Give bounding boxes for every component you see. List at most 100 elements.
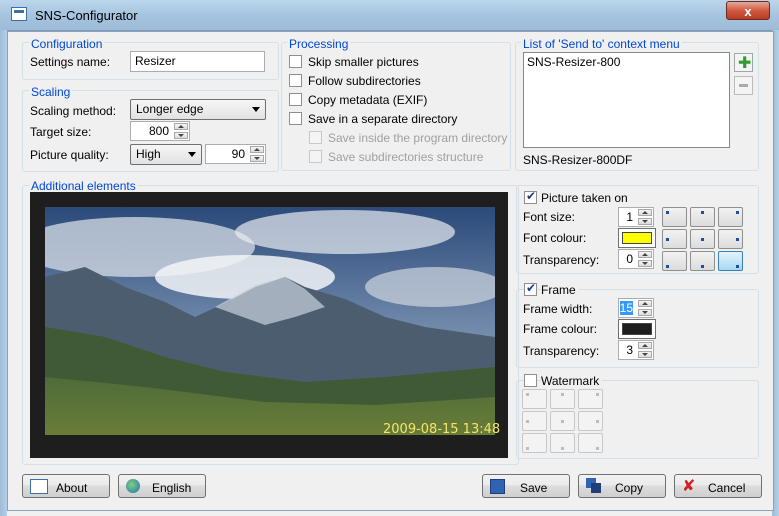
app-icon [11,7,27,21]
window-frame-left [0,30,7,516]
save-label: Save [520,481,548,495]
spin-up-icon[interactable] [174,123,188,130]
position-dot-icon [736,211,739,214]
picture-taken-position-top-center[interactable] [690,207,715,227]
spin-down-icon[interactable] [174,132,188,139]
spin-down-icon[interactable] [638,351,652,358]
language-button[interactable]: English [118,474,206,498]
language-label: English [152,481,192,495]
cancel-label: Cancel [708,481,746,495]
configurator-window: SNS-Configurator x Configuration Setting… [0,0,779,516]
processing-option-checkbox[interactable] [289,55,302,68]
frame-label: Frame [541,283,579,297]
target-size-spinner[interactable]: 800 [130,121,190,141]
picture-taken-position-bottom-center[interactable] [690,251,715,271]
processing-option-label: Skip smaller pictures [308,55,419,69]
watermark-position-middle-center[interactable] [550,411,575,431]
position-dot-icon [666,265,669,268]
settings-name-input[interactable]: Resizer [130,51,265,72]
processing-option-checkbox[interactable] [309,150,322,163]
spin-down-icon[interactable] [638,260,652,267]
picture-taken-position-bottom-right[interactable] [718,251,743,271]
spin-up-icon[interactable] [638,342,652,349]
frame-colour-picker[interactable] [618,319,656,339]
picture-quality-dropdown[interactable]: High [130,144,202,165]
spin-up-icon[interactable] [250,146,264,153]
processing-option-label: Save in a separate directory [308,112,458,126]
font-colour-picker[interactable] [618,228,656,248]
minus-icon [739,84,748,87]
about-icon [30,479,48,494]
processing-option-checkbox[interactable] [289,112,302,125]
position-dot-icon [701,265,704,268]
spin-up-icon[interactable] [638,209,652,216]
processing-option-checkbox[interactable] [309,131,322,144]
title-bar[interactable]: SNS-Configurator x [0,0,779,31]
transparency-label: Transparency: [523,253,600,267]
processing-option-label: Save inside the program directory [328,131,508,145]
picture-taken-position-middle-right[interactable] [718,229,743,249]
font-size-value: 1 [626,210,633,224]
picture-taken-label: Picture taken on [541,191,631,205]
globe-icon [126,479,140,493]
frame-width-label: Frame width: [523,302,593,316]
frame-colour-label: Frame colour: [523,322,598,336]
quality-number-value: 90 [231,147,245,161]
processing-title: Processing [287,37,351,51]
cancel-button[interactable]: ✘ Cancel [674,474,762,498]
watermark-checkbox[interactable] [524,374,537,387]
picture-taken-position-top-left[interactable] [662,207,687,227]
scaling-method-dropdown[interactable]: Longer edge [130,99,266,120]
window-title: SNS-Configurator [35,8,138,23]
picture-taken-position-middle-left[interactable] [662,229,687,249]
position-dot-icon [666,211,669,214]
spin-down-icon[interactable] [638,218,652,225]
watermark-position-bottom-center[interactable] [550,433,575,453]
plus-icon: ✚ [738,53,752,72]
copy-button[interactable]: Copy [578,474,666,498]
transparency-spinner[interactable]: 0 [618,249,654,269]
watermark-position-middle-right[interactable] [578,411,603,431]
picture-taken-position-top-right[interactable] [718,207,743,227]
watermark-position-middle-left[interactable] [522,411,547,431]
about-button[interactable]: About [22,474,110,498]
watermark-label: Watermark [541,374,603,388]
target-size-value: 800 [148,124,169,138]
picture-taken-position-bottom-left[interactable] [662,251,687,271]
font-size-spinner[interactable]: 1 [618,207,654,227]
scaling-method-value: Longer edge [136,102,204,116]
watermark-position-top-right[interactable] [578,389,603,409]
picture-taken-checkbox[interactable] [524,189,537,204]
processing-option-checkbox[interactable] [289,74,302,87]
scaling-method-label: Scaling method: [30,104,117,118]
save-button[interactable]: Save [482,474,570,498]
list-item[interactable]: SNS-Resizer-800 [527,55,620,69]
frame-transparency-spinner[interactable]: 3 [618,340,654,360]
frame-transparency-value: 3 [626,343,633,357]
watermark-position-bottom-left[interactable] [522,433,547,453]
watermark-position-top-center[interactable] [550,389,575,409]
watermark-position-bottom-right[interactable] [578,433,603,453]
font-colour-swatch [622,232,652,244]
frame-width-spinner[interactable]: 15 [618,298,654,318]
spin-up-icon[interactable] [638,251,652,258]
spin-down-icon[interactable] [250,155,264,162]
preview-frame: 2009-08-15 13:48 [30,192,508,458]
remove-button[interactable] [734,76,753,95]
position-dot-icon [561,393,564,396]
quality-number-spinner[interactable]: 90 [205,144,266,164]
sendto-list[interactable]: SNS-Resizer-800 [523,52,730,148]
frame-checkbox[interactable] [524,281,537,296]
spin-up-icon[interactable] [638,300,652,307]
sendto-current-name: SNS-Resizer-800DF [523,153,633,167]
target-size-label: Target size: [30,125,92,139]
sendto-title: List of 'Send to' context menu [521,37,682,51]
processing-option-checkbox[interactable] [289,93,302,106]
add-button[interactable]: ✚ [734,53,753,72]
frame-transparency-label: Transparency: [523,344,600,358]
picture-taken-position-middle-center[interactable] [690,229,715,249]
spin-down-icon[interactable] [638,309,652,316]
processing-option-label: Copy metadata (EXIF) [308,93,428,107]
watermark-position-top-left[interactable] [522,389,547,409]
close-button[interactable]: x [726,1,770,20]
